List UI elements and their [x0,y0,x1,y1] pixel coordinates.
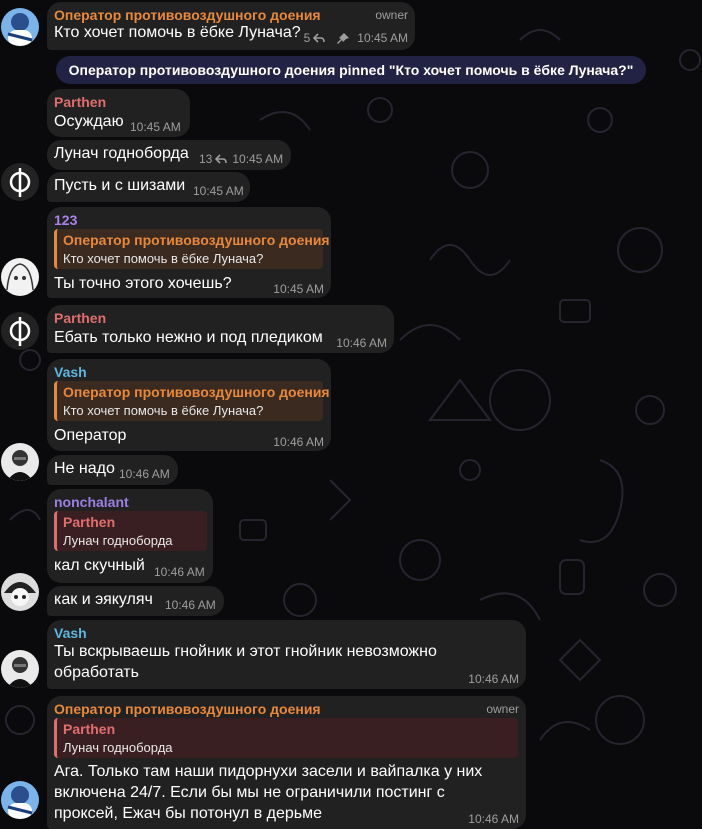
message-bubble[interactable]: nonchalant Parthen Лунач годнoборда кал … [47,489,213,583]
reply-count[interactable]: 5 [304,31,311,45]
message-text: Осуждаю [54,113,124,130]
message-text: Пусть и с шизами [54,177,186,194]
message-time: 10:46 AM [336,336,387,350]
owner-badge: owner [486,702,519,716]
message-meta: 5 10:45 AM [304,31,408,45]
phi-avatar-icon [9,317,31,346]
avatar-nonchalant[interactable] [1,573,39,611]
reply-preview[interactable]: Оператор противовоздушного доения Кто хо… [54,229,330,269]
avatar-parthen[interactable] [1,312,39,350]
message-meta: 10:46 AM [165,598,216,612]
reply-preview[interactable]: Parthen Лунач годнoборда [54,511,207,551]
avatar-vash[interactable] [1,650,39,688]
message-time: 10:45 AM [357,31,408,45]
message-time: 10:45 AM [273,282,324,296]
message-text: Ебать только нежно и под пледиком [54,329,323,346]
sender-name[interactable]: Vash [54,625,87,641]
sender-name[interactable]: Parthen [54,310,106,326]
avatar-vash[interactable] [1,443,39,481]
message-meta: 13 10:45 AM [199,152,283,166]
message-bubble[interactable]: Не надо 10:46 AM [47,455,178,485]
message-text: Лунач годнoборда [54,145,189,162]
message-time: 10:45 AM [232,152,284,166]
avatar-123-image [6,263,34,291]
pinned-notice[interactable]: Оператор противовоздушного доения pinned… [56,56,646,84]
sender-name[interactable]: Оператор противовоздушного доения [54,7,321,23]
message-time: 10:46 AM [468,672,519,686]
message-bubble[interactable]: Vash Ты вскрываешь гнойник и этот гнойни… [47,620,526,689]
avatar-operator[interactable] [1,781,39,819]
avatar-vash-image [7,450,33,481]
message-meta: 10:46 AM [468,812,519,826]
message-time: 10:46 AM [154,565,205,579]
message-meta: 10:46 AM [154,565,205,579]
message-bubble[interactable]: Лунач годнoборда 13 10:45 AM [47,140,291,170]
message-bubble[interactable]: 123 Оператор противовоздушного доения Кт… [47,207,331,298]
message-time: 10:46 AM [468,812,519,826]
sender-name[interactable]: 123 [54,212,77,228]
reply-arrow-icon[interactable] [215,154,228,164]
message-time: 10:46 AM [119,467,170,481]
message-bubble[interactable]: Vash Оператор противовоздушного доения К… [47,359,331,451]
owner-badge: owner [375,8,408,22]
reply-text: Кто хочет помочь в ёбке Лунача? [63,251,264,266]
avatar-vash-image [7,657,33,688]
message-meta: 10:46 AM [119,467,170,481]
sender-name[interactable]: Оператор противовоздушного доения [54,701,321,717]
avatar-operator-image [7,786,33,819]
message-time: 10:46 AM [165,598,216,612]
avatar-123[interactable] [1,258,39,296]
message-bubble[interactable]: как и эякуляч 10:46 AM [47,586,224,616]
pin-icon [337,33,350,44]
message-bubble[interactable]: Оператор противовоздушного доения owner … [47,696,526,829]
reply-text: Лунач годнoборда [63,740,173,755]
message-time: 10:46 AM [273,435,324,449]
phi-avatar-icon [9,168,31,197]
message-text-line: обработать [54,664,139,681]
reply-sender-name: Оператор противовоздушного доения [63,384,330,400]
message-time: 10:45 AM [130,120,181,134]
message-bubble[interactable]: Оператор противовоздушного доения owner … [47,2,415,50]
avatar-operator-image [7,13,33,46]
message-meta: 10:45 AM [130,120,181,134]
message-bubble[interactable]: Parthen Осуждаю 10:45 AM [47,89,190,137]
reply-sender-name: Parthen [63,514,116,530]
message-text: Не надо [54,460,115,477]
message-text-line: Ты вскрываешь гнойник и этот гнойник нев… [54,643,437,660]
reply-text: Лунач годнoборда [63,533,173,548]
reply-arrow-icon[interactable] [313,33,326,43]
avatar-nonchalant-image [4,582,36,606]
sender-name[interactable]: Parthen [54,94,106,110]
reply-sender-name: Parthen [63,721,116,737]
message-text-line: проксей, Ежач бы потонул в дерьме [54,805,323,822]
message-text-line: Ага. Только там наши пидорнухи засели и … [54,763,483,780]
reply-sender-name: Оператор противовоздушного доения [63,232,330,248]
message-meta: 10:45 AM [273,282,324,296]
sender-name[interactable]: nonchalant [54,494,129,510]
sender-name[interactable]: Vash [54,364,87,380]
avatar-parthen[interactable] [1,163,39,201]
message-text: как и эякуляч [54,591,153,608]
message-meta: 10:46 AM [336,336,387,350]
message-bubble[interactable]: Parthen Ебать только нежно и под пледико… [47,305,394,353]
message-text: кал скучный [54,557,145,574]
message-text: Кто хочет помочь в ёбке Лунача? [54,24,301,41]
message-text: Оператор [54,427,127,444]
message-meta: 10:46 AM [468,672,519,686]
reply-text: Кто хочет помочь в ёбке Лунача? [63,403,264,418]
avatar-operator[interactable] [1,8,39,46]
message-bubble[interactable]: Пусть и с шизами 10:45 AM [47,172,250,202]
reply-preview[interactable]: Оператор противовоздушного доения Кто хо… [54,381,330,421]
message-text-line: включена 24/7. Если бы мы не ограничили … [54,784,445,801]
message-text: Ты точно этого хочешь? [54,275,232,292]
reply-preview[interactable]: Parthen Лунач годнoборда [54,718,518,758]
reply-count[interactable]: 13 [199,152,212,166]
message-meta: 10:45 AM [193,184,244,198]
message-time: 10:45 AM [193,184,244,198]
message-meta: 10:46 AM [273,435,324,449]
